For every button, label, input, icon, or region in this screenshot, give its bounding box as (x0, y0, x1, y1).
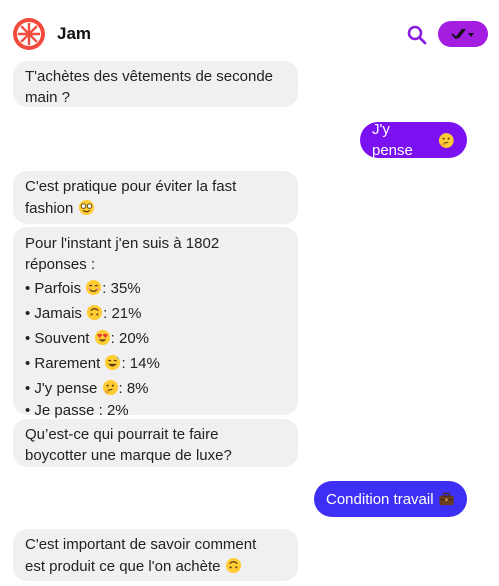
message-text: est produit ce que l'on achète (25, 558, 221, 575)
user-message: J'y pense (360, 121, 467, 159)
message-text: fashion (25, 200, 74, 217)
message-text: J'y pense (372, 121, 413, 159)
poll-option-value: : 14% (121, 355, 160, 372)
message-text: C'est pratique pour éviter la fast (25, 178, 237, 195)
poll-option-value: : 35% (102, 280, 141, 297)
poll-option-value: : 8% (118, 380, 149, 397)
poll-option-label: • Je passe : 2% (25, 402, 129, 419)
upside-down-face-icon (225, 557, 241, 574)
thinking-face-icon (439, 132, 455, 148)
bot-message: T'achètes des vêtements de seconde main … (13, 61, 298, 107)
poll-option-label: • Parfois (25, 280, 82, 297)
message-text: T'achètes des vêtements de seconde (25, 68, 274, 85)
upside-down-face-icon (87, 304, 103, 321)
bot-message: Qu’est-ce qui pourrait te faire boycotte… (13, 419, 298, 467)
jam-logo-icon (13, 18, 45, 50)
poll-option: • Parfois : 35% (25, 276, 286, 301)
double-check-icon (451, 28, 474, 40)
app-header: Jam (0, 0, 499, 60)
poll-option: • Jamais : 21% (25, 301, 286, 326)
poll-option-value: : 20% (110, 330, 149, 347)
message-text: C'est important de savoir comment (25, 536, 257, 553)
poll-option: • J'y pense : 8% (25, 376, 286, 401)
bot-message: C'est pratique pour éviter la fast fashi… (13, 171, 298, 224)
heart-eyes-icon (94, 329, 110, 346)
message-text: main ? (25, 89, 71, 106)
grinning-sweat-icon (105, 354, 121, 371)
message-text: boycotter une marque de luxe? (25, 447, 232, 464)
poll-heading: réponses : (25, 256, 96, 273)
poll-heading: Pour l'instant j'en suis à 1802 (25, 235, 220, 252)
poll-option-value: : 21% (103, 305, 142, 322)
poll-option: • Rarement : 14% (25, 351, 286, 376)
message-text: Condition travail (326, 490, 434, 508)
search-button[interactable] (405, 23, 429, 47)
poll-option-label: • Jamais (25, 305, 82, 322)
poll-results-message: Pour l'instant j'en suis à 1802 réponses… (13, 227, 298, 419)
smiling-face-icon (86, 279, 102, 296)
user-message: Condition travail (314, 481, 467, 517)
poll-option-label: • Rarement (25, 355, 101, 372)
poll-option: • Je passe : 2% (25, 401, 286, 421)
app-title: Jam (57, 24, 92, 43)
nerd-face-icon (78, 199, 94, 216)
search-icon (407, 25, 427, 45)
poll-option: • Souvent : 20% (25, 326, 286, 351)
poll-option-label: • Souvent (25, 330, 90, 347)
poll-option-label: • J'y pense (25, 380, 98, 397)
message-text: Qu’est-ce qui pourrait te faire (25, 426, 219, 443)
briefcase-icon (438, 492, 454, 505)
thinking-face-icon (102, 379, 118, 396)
mark-read-button[interactable] (438, 21, 488, 47)
bot-message: C'est important de savoir comment est pr… (13, 529, 298, 581)
